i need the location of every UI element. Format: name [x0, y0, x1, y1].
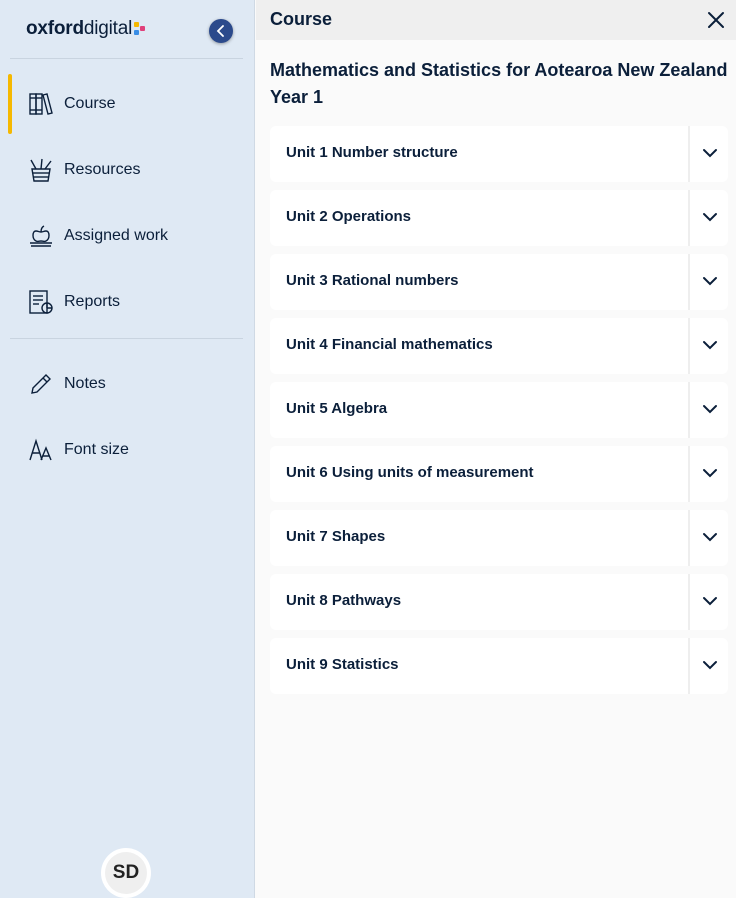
course-panel: Course Mathematics and Statistics for Ao…: [256, 0, 736, 898]
sidebar-item-label: Font size: [64, 441, 129, 458]
unit-row[interactable]: Unit 9 Statistics: [270, 638, 728, 694]
chevron-down-icon[interactable]: [702, 467, 718, 479]
sidebar-item-notes[interactable]: Notes: [8, 354, 243, 414]
sidebar-item-reports[interactable]: Reports: [8, 272, 243, 332]
avatar-initials: SD: [105, 852, 147, 894]
logo-text-bold: oxford: [26, 18, 84, 39]
chevron-down-icon[interactable]: [702, 595, 718, 607]
chevron-down-icon[interactable]: [702, 403, 718, 415]
unit-separator: [688, 254, 690, 310]
unit-label: Unit 4 Financial mathematics: [286, 336, 493, 353]
sidebar-item-label: Course: [64, 95, 116, 112]
apple-book-icon: [30, 225, 52, 247]
unit-separator: [688, 190, 690, 246]
user-avatar[interactable]: SD: [101, 848, 151, 898]
sidebar-item-course[interactable]: Course: [8, 74, 243, 134]
unit-label: Unit 6 Using units of measurement: [286, 464, 534, 481]
unit-label: Unit 2 Operations: [286, 208, 412, 225]
unit-separator: [688, 510, 690, 566]
sidebar-item-font-size[interactable]: Font size: [8, 420, 243, 480]
sidebar-item-label: Reports: [64, 293, 121, 310]
close-icon[interactable]: [706, 10, 726, 30]
unit-separator: [688, 318, 690, 374]
report-icon: [29, 290, 53, 314]
unit-separator: [688, 446, 690, 502]
sidebar-divider: [10, 338, 243, 339]
chevron-down-icon[interactable]: [702, 275, 718, 287]
sidebar-item-assigned-work[interactable]: Assigned work: [8, 206, 243, 266]
unit-separator: [688, 382, 690, 438]
collapse-sidebar-button[interactable]: [209, 19, 233, 43]
logo-text-light: digital: [83, 18, 133, 39]
unit-row[interactable]: Unit 6 Using units of measurement: [270, 446, 728, 502]
sidebar-item-label: Resources: [64, 161, 141, 178]
unit-separator: [688, 638, 690, 694]
unit-row[interactable]: Unit 1 Number structure: [270, 126, 728, 182]
books-icon: [29, 93, 53, 115]
sidebar-item-label: Assigned work: [64, 227, 169, 244]
unit-row[interactable]: Unit 8 Pathways: [270, 574, 728, 630]
unit-row[interactable]: Unit 5 Algebra: [270, 382, 728, 438]
chevron-down-icon[interactable]: [702, 211, 718, 223]
unit-label: Unit 8 Pathways: [286, 592, 402, 609]
unit-row[interactable]: Unit 3 Rational numbers: [270, 254, 728, 310]
chevron-left-icon: [216, 25, 224, 37]
chevron-down-icon[interactable]: [702, 147, 718, 159]
sidebar-item-label: Notes: [64, 375, 106, 392]
unit-label: Unit 9 Statistics: [286, 656, 399, 673]
unit-label: Unit 5 Algebra: [286, 400, 388, 417]
unit-row[interactable]: Unit 7 Shapes: [270, 510, 728, 566]
unit-row[interactable]: Unit 2 Operations: [270, 190, 728, 246]
pencil-cup-icon: [30, 158, 52, 182]
chevron-down-icon[interactable]: [702, 659, 718, 671]
unit-separator: [688, 126, 690, 182]
unit-label: Unit 1 Number structure: [286, 144, 458, 161]
panel-header: Course: [256, 0, 736, 40]
font-size-icon: [29, 438, 52, 461]
pencil-icon: [31, 374, 51, 394]
sidebar: oxford digital Course Resources Assigned…: [0, 0, 255, 898]
logo-mark-icon: [134, 22, 146, 36]
oxford-digital-logo: oxford digital: [26, 18, 146, 40]
panel-title: Course: [270, 9, 333, 29]
unit-separator: [688, 574, 690, 630]
course-title: Mathematics and Statistics for Aotearoa …: [270, 60, 728, 107]
chevron-down-icon[interactable]: [702, 531, 718, 543]
sidebar-divider: [10, 58, 243, 59]
unit-label: Unit 3 Rational numbers: [286, 272, 459, 289]
unit-row[interactable]: Unit 4 Financial mathematics: [270, 318, 728, 374]
sidebar-item-resources[interactable]: Resources: [8, 140, 243, 200]
unit-label: Unit 7 Shapes: [286, 528, 386, 545]
chevron-down-icon[interactable]: [702, 339, 718, 351]
